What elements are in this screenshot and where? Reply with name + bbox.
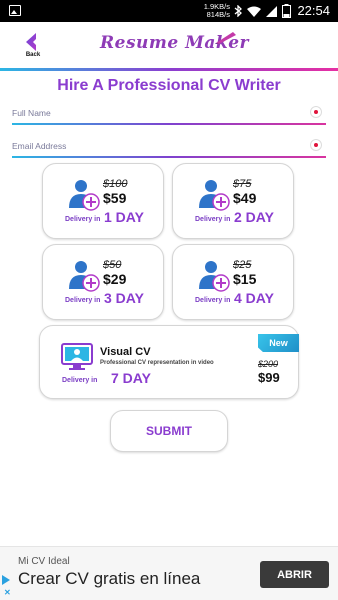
visual-cv-subtitle: Professional CV representation in video	[100, 360, 214, 366]
bluetooth-icon	[234, 5, 242, 17]
full-name-field	[12, 103, 326, 125]
new-price: $29	[103, 271, 127, 287]
status-bar: 1.9KB/s 814B/s 25 22:54	[0, 0, 338, 22]
visual-cv-title: Visual CV	[100, 346, 151, 358]
writer-add-icon	[199, 261, 230, 292]
new-price: $99	[258, 370, 280, 385]
email-input[interactable]	[12, 136, 326, 156]
old-price: $100	[103, 178, 128, 190]
image-notification-icon	[9, 5, 21, 16]
signal-icon	[266, 5, 277, 17]
header-divider	[0, 68, 338, 71]
back-button[interactable]: Back	[22, 32, 44, 64]
ad-headline: Crear CV gratis en línea	[18, 569, 201, 588]
old-price: $50	[103, 259, 122, 271]
submit-button[interactable]: SUBMIT	[110, 410, 228, 452]
delivery-label: Delivery in	[65, 297, 101, 304]
network-speed: 1.9KB/s 814B/s	[196, 3, 230, 19]
delivery-days: 1 DAY	[104, 209, 144, 225]
download-speed: 814B/s	[206, 10, 230, 19]
wifi-icon	[247, 6, 261, 17]
ad-play-icon[interactable]	[2, 575, 10, 585]
plan-card-3-day[interactable]: $50 $29 Delivery in 3 DAY	[42, 244, 164, 320]
page-title: Hire A Professional CV Writer	[57, 77, 281, 94]
plan-card-2-day[interactable]: $75 $49 Delivery in 2 DAY	[172, 163, 294, 239]
back-label: Back	[25, 52, 41, 58]
delivery-days: 7 DAY	[111, 370, 151, 386]
required-indicator-icon	[310, 139, 322, 151]
video-monitor-icon	[61, 343, 93, 370]
status-icons: 25	[234, 4, 291, 18]
email-field	[12, 136, 326, 158]
delivery-label: Delivery in	[65, 216, 101, 223]
delivery-label: Delivery in	[195, 297, 231, 304]
old-price: $75	[233, 178, 252, 190]
clock: 22:54	[297, 3, 330, 18]
writer-add-icon	[69, 180, 100, 211]
field-underline	[12, 156, 326, 158]
delivery-label: Delivery in	[195, 216, 231, 223]
new-price: $59	[103, 190, 127, 206]
writer-add-icon	[69, 261, 100, 292]
ad-close-icon[interactable]: ✕	[4, 588, 11, 597]
ad-open-button[interactable]: ABRIR	[260, 561, 329, 588]
old-price: $25	[233, 259, 252, 271]
visual-cv-card[interactable]: New Visual CV Professional CV representa…	[39, 325, 299, 399]
plan-card-4-day[interactable]: $25 $15 Delivery in 4 DAY	[172, 244, 294, 320]
plan-card-1-day[interactable]: $100 $59 Delivery in 1 DAY	[42, 163, 164, 239]
field-underline	[12, 123, 326, 125]
required-indicator-icon	[310, 106, 322, 118]
full-name-input[interactable]	[12, 103, 326, 123]
writer-add-icon	[199, 180, 230, 211]
app-header: Back Resume Maker	[0, 22, 338, 69]
back-arrow-icon	[26, 33, 36, 51]
new-price: $49	[233, 190, 257, 206]
new-price: $15	[233, 271, 257, 287]
pen-icon	[215, 32, 236, 44]
delivery-days: 4 DAY	[234, 290, 274, 306]
battery-icon	[282, 4, 291, 18]
delivery-label: Delivery in	[62, 377, 98, 384]
delivery-days: 3 DAY	[104, 290, 144, 306]
ad-advertiser: Mi CV Ideal	[18, 556, 70, 567]
ad-banner[interactable]: Mi CV Ideal Crear CV gratis en línea ✕ A…	[0, 546, 338, 600]
new-badge: New	[258, 334, 299, 352]
delivery-days: 2 DAY	[234, 209, 274, 225]
old-price: $200	[258, 359, 279, 369]
